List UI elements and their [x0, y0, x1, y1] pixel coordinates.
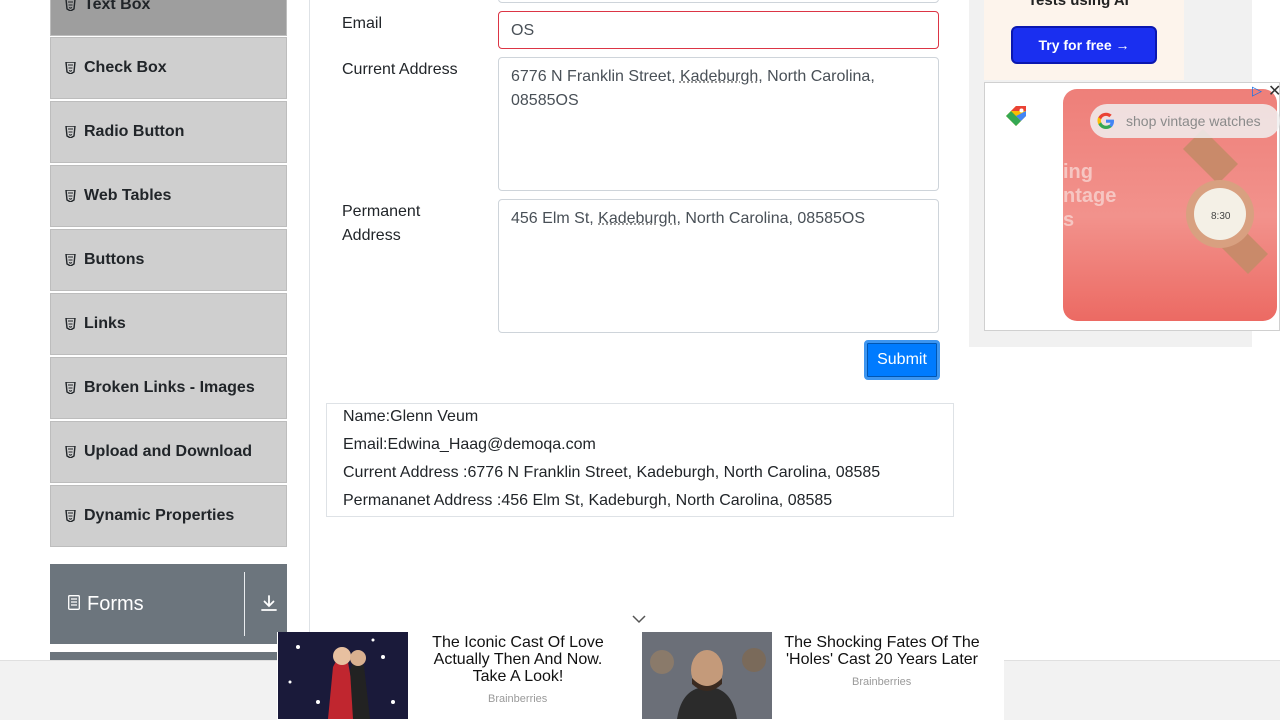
address-text: , North Carolina,	[758, 68, 875, 85]
sidebar-group-forms[interactable]: Forms	[50, 564, 287, 644]
sidebar-item-label: Links	[84, 315, 126, 332]
sidebar-item-label: Dynamic Properties	[84, 507, 235, 524]
label-line: Address	[342, 227, 401, 244]
faded-line: ntage	[1063, 185, 1117, 207]
sidebar-item-label: Radio Button	[84, 123, 185, 140]
ad-image-couple	[278, 632, 408, 719]
faded-line: s	[1063, 209, 1075, 231]
output-name: Name:Glenn Veum	[343, 408, 479, 425]
ad-close-icon[interactable]: ✕	[1268, 81, 1280, 101]
title-line: Actually Then And Now.	[433, 651, 603, 668]
faded-line: ing	[1063, 161, 1093, 183]
html-icon	[65, 382, 76, 394]
page: { "sidebar": { "items": [ {"label": "Tex…	[0, 0, 1280, 720]
sidebar-item-label: Buttons	[84, 251, 145, 268]
current-address-label: Current Address	[342, 61, 458, 78]
address-text: , North Carolina, 08585OS	[676, 210, 865, 227]
sidebar-item-buttons[interactable]: Buttons	[50, 229, 287, 291]
permanent-address-label: Permanent Address	[342, 200, 420, 248]
name-field[interactable]	[498, 0, 939, 3]
html-icon	[65, 0, 76, 11]
bottom-ad-1-source: Brainberries	[488, 693, 548, 705]
sidebar-item-label: Check Box	[84, 59, 167, 76]
html-icon	[65, 62, 76, 74]
try-for-free-button[interactable]: Try for free →	[1011, 26, 1157, 64]
html-icon	[65, 126, 76, 138]
output-email: Email:Edwina_Haag@demoqa.com	[343, 436, 596, 453]
sidebar-item-label: Web Tables	[84, 187, 172, 204]
title-line: The Iconic Cast Of Love	[432, 634, 604, 651]
address-text: 456 Elm St,	[511, 210, 599, 227]
google-g-icon	[1096, 111, 1116, 131]
sidebar-item-dynamic-properties[interactable]: Dynamic Properties	[50, 485, 287, 547]
sidebar-item-text-box[interactable]: Text Box	[50, 0, 287, 36]
ad-search-text: shop vintage watches	[1126, 113, 1261, 129]
ad-image-actor	[642, 632, 772, 719]
email-value: OS	[511, 22, 535, 39]
submit-button[interactable]: Submit	[864, 340, 940, 380]
google-shopping-icon	[1002, 102, 1030, 135]
output-permanent-address: Permananet Address :456 Elm St, Kadeburg…	[343, 492, 833, 509]
sidebar-item-label: Broken Links - Images	[84, 379, 255, 396]
ad-headline: Tests using AI	[1028, 0, 1129, 9]
sidebar-item-radio-button[interactable]: Radio Button	[50, 101, 287, 163]
address-text: 6776 N Franklin Street,	[511, 68, 680, 85]
adchoices-icon[interactable]: ▷	[1252, 83, 1262, 99]
spellcheck-word: Kadeburgh	[598, 210, 677, 227]
output-box: Name:Glenn Veum Email:Edwina_Haag@demoqa…	[326, 403, 954, 517]
sidebar-item-upload-download[interactable]: Upload and Download	[50, 421, 287, 483]
sidebar-item-check-box[interactable]: Check Box	[50, 37, 287, 99]
html-icon	[65, 446, 76, 458]
sidebar-item-label: Text Box	[84, 0, 151, 13]
bottom-ad-2-title: The Shocking Fates Of The 'Holes' Cast 2…	[774, 634, 990, 668]
current-address-field[interactable]: 6776 N Franklin Street, Kadeburgh, North…	[498, 57, 939, 191]
html-icon	[65, 254, 76, 266]
sidebar-item-broken-links[interactable]: Broken Links - Images	[50, 357, 287, 419]
download-icon[interactable]	[260, 594, 278, 618]
output-current-address: Current Address :6776 N Franklin Street,…	[343, 464, 881, 481]
sidebar-item-web-tables[interactable]: Web Tables	[50, 165, 287, 227]
title-line: Take A Look!	[472, 668, 564, 685]
sidebar-group-label: Forms	[87, 592, 144, 615]
svg-text:8:30: 8:30	[1211, 211, 1231, 222]
sidebar-item-links[interactable]: Links	[50, 293, 287, 355]
title-line: The Shocking Fates Of The	[784, 634, 980, 651]
address-text: 08585OS	[511, 92, 579, 109]
chevron-down-icon[interactable]	[631, 612, 647, 630]
html-icon	[65, 510, 76, 522]
html-icon	[65, 190, 76, 202]
ad-search-bar[interactable]: shop vintage watches	[1090, 104, 1280, 138]
html-icon	[65, 318, 76, 330]
permanent-address-field[interactable]: 456 Elm St, Kadeburgh, North Carolina, 0…	[498, 199, 939, 333]
label-line: Permanent	[342, 203, 421, 220]
email-field[interactable]: OS	[498, 11, 939, 49]
spellcheck-word: Kadeburgh	[679, 68, 759, 85]
document-icon	[68, 593, 80, 616]
bottom-ad-1-title: The Iconic Cast Of Love Actually Then An…	[413, 634, 623, 685]
title-line: 'Holes' Cast 20 Years Later	[786, 651, 978, 668]
ad-faded-text: ing ntage s	[1063, 160, 1116, 232]
sidebar-item-label: Upload and Download	[84, 443, 252, 460]
email-label: Email	[342, 15, 383, 32]
divider	[244, 572, 245, 636]
bottom-ad-2-source: Brainberries	[852, 676, 912, 688]
